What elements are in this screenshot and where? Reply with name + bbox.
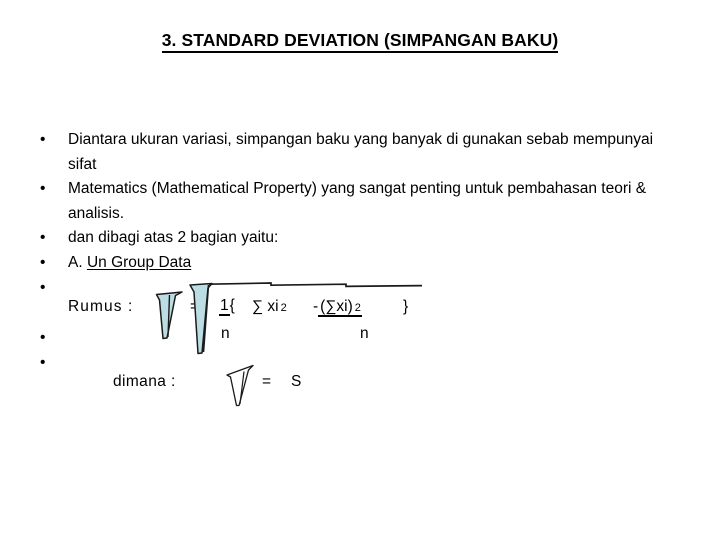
list-item-label: dan dibagi atas 2 bagian yaitu: <box>68 229 279 246</box>
list-item-label: Diantara ukuran variasi, simpangan baku … <box>68 131 658 173</box>
list-item-un-group-data: • A. Un Group Data <box>40 251 680 276</box>
section-underlined-label: Un Group Data <box>86 254 192 271</box>
list-item: • Matematics (Mathematical Property) yan… <box>40 177 680 226</box>
section-prefix: A. <box>68 254 87 271</box>
slide-canvas: 3. STANDARD DEVIATION (SIMPANGAN BAKU) •… <box>0 0 720 540</box>
list-item: • dan dibagi atas 2 bagian yaitu: <box>40 226 680 251</box>
bullet-marker: • <box>40 254 46 271</box>
bullet-marker: • <box>40 131 46 148</box>
bullet-marker: • <box>40 329 46 346</box>
bullet-marker: • <box>40 229 46 246</box>
bullet-marker: • <box>40 180 46 197</box>
list-item: • Diantara ukuran variasi, simpangan bak… <box>40 128 680 177</box>
bullet-marker: • <box>40 279 46 296</box>
bullet-marker: • <box>40 354 46 371</box>
bullet-list: • Diantara ukuran variasi, simpangan bak… <box>0 0 720 540</box>
list-item-label: Matematics (Mathematical Property) yang … <box>68 180 651 222</box>
list-item-label: A. Un Group Data <box>68 251 680 276</box>
